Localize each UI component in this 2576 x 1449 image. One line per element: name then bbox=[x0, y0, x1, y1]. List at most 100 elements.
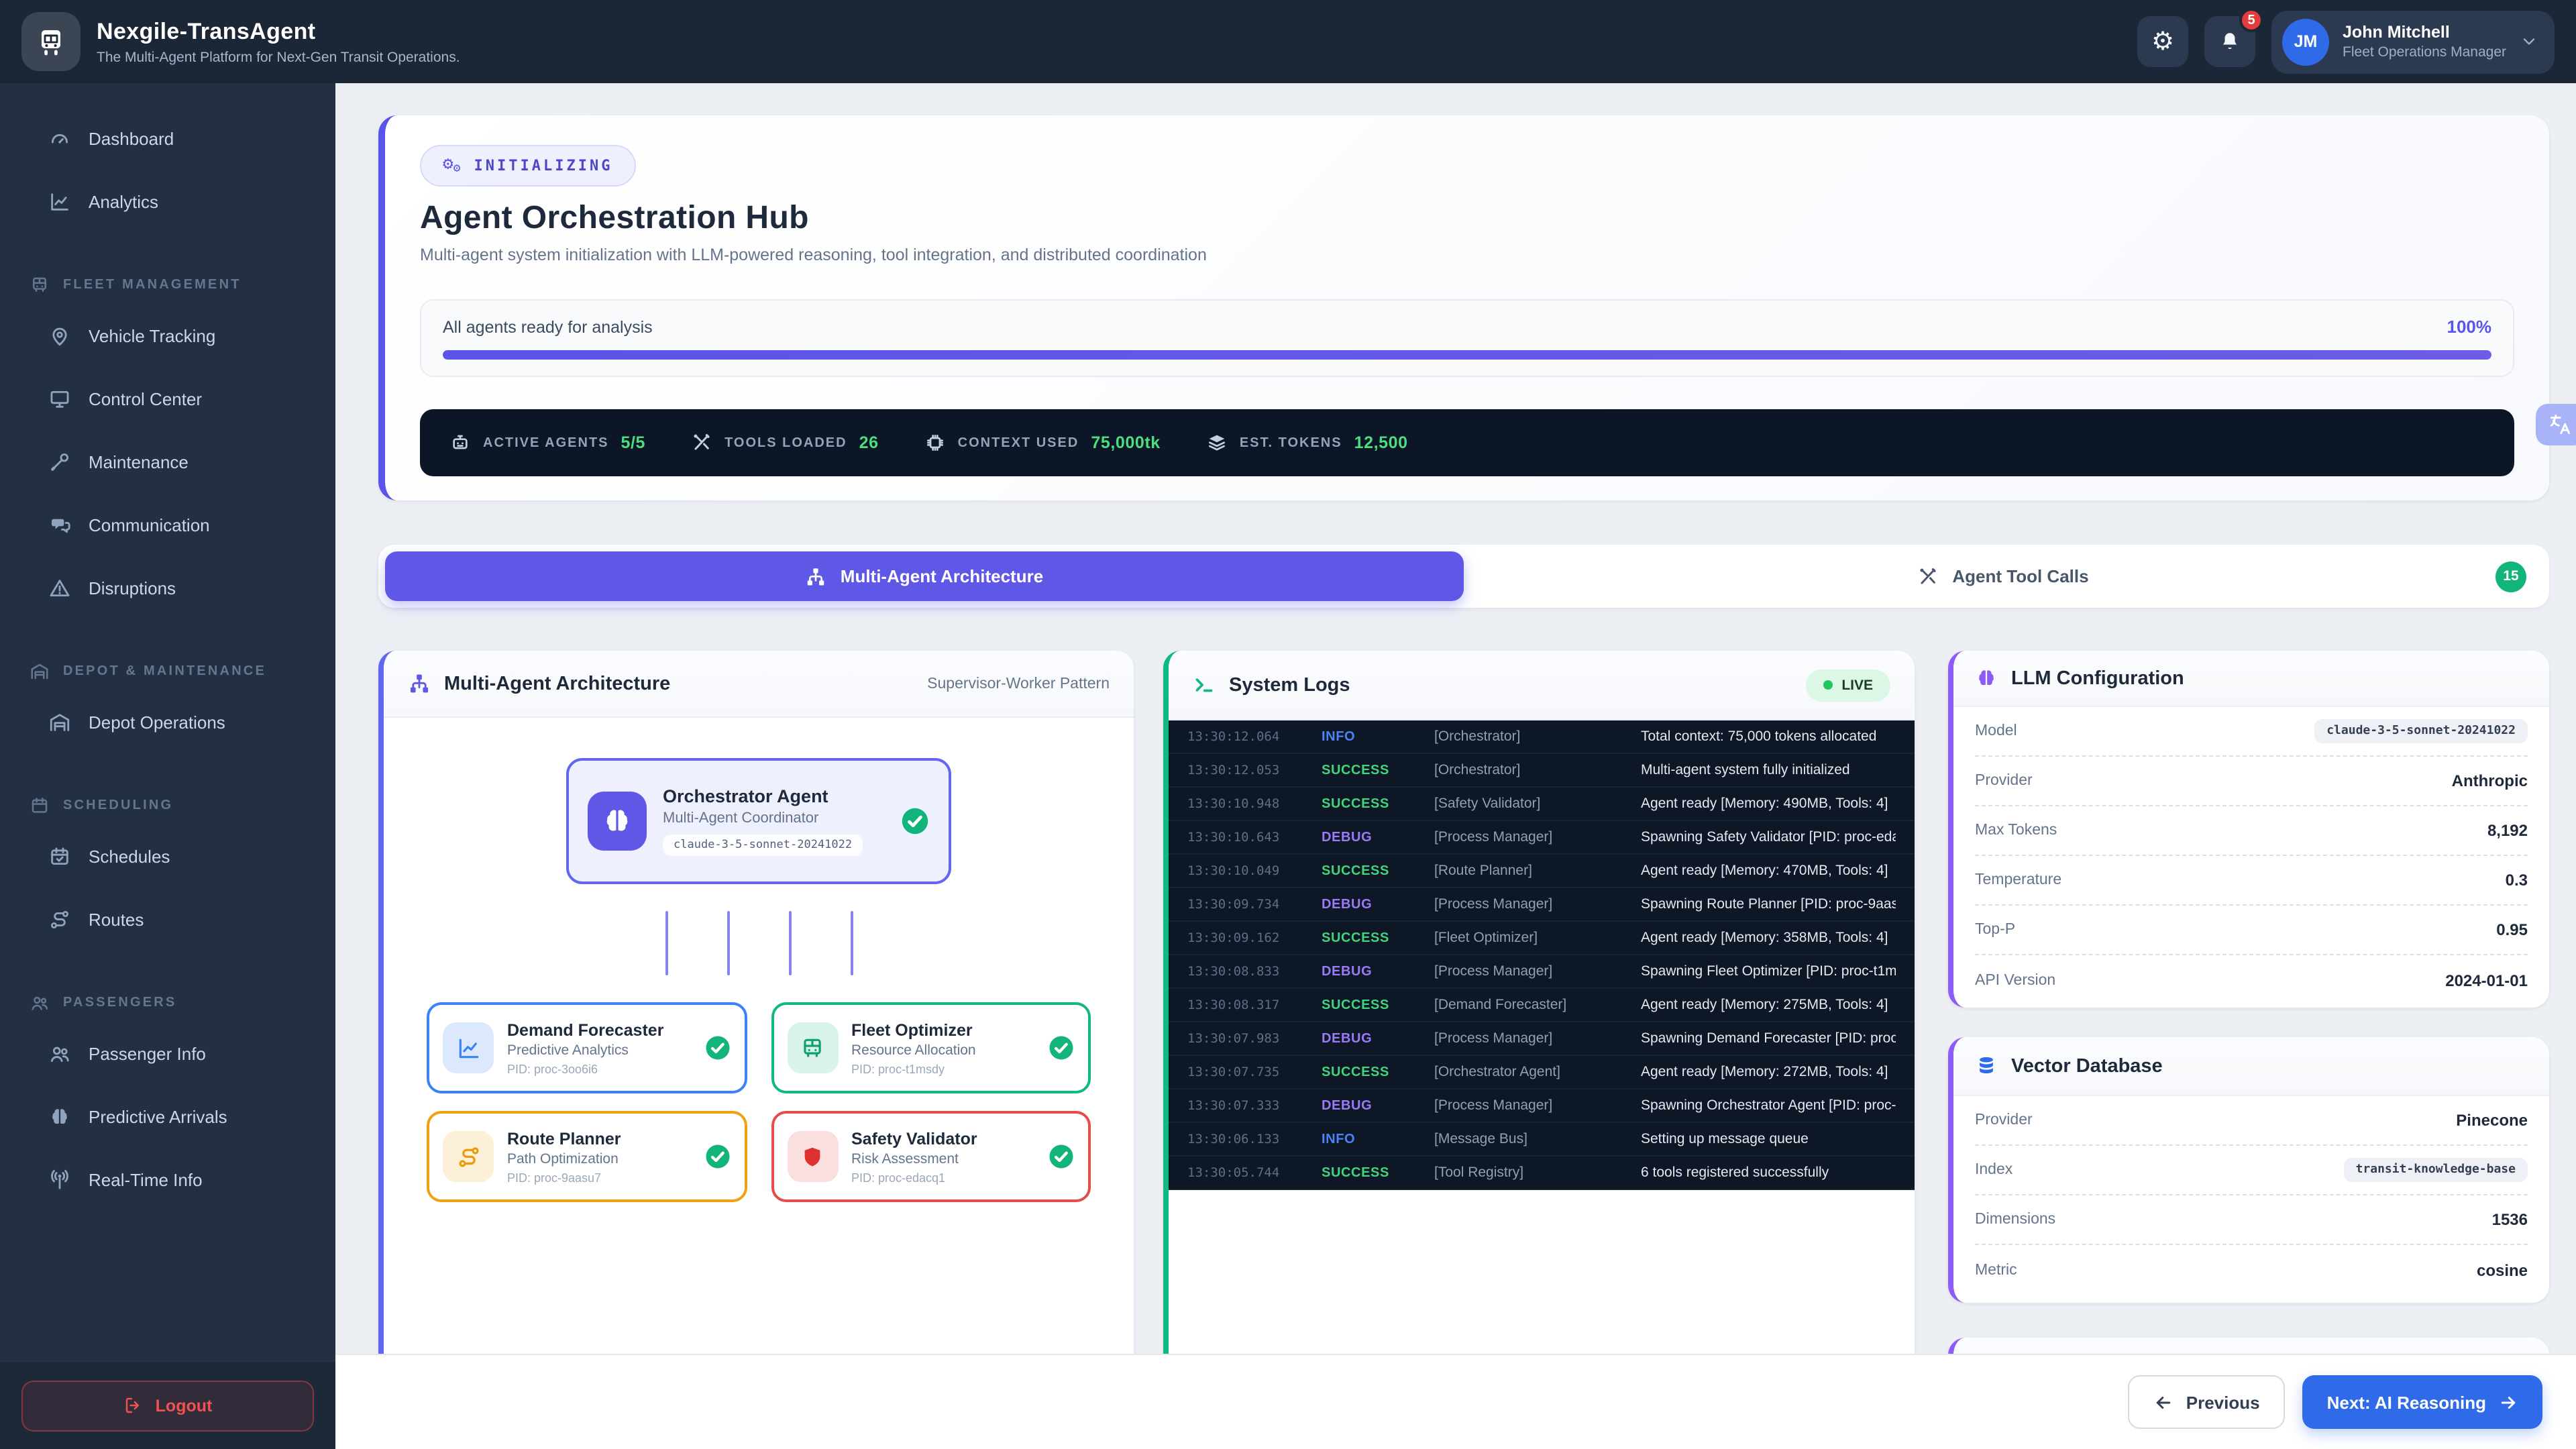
sidebar-item-icon bbox=[30, 795, 50, 815]
sidebar-item[interactable]: Disruptions bbox=[0, 557, 335, 620]
worker-icon bbox=[455, 1035, 481, 1061]
notifications-button[interactable]: 5 bbox=[2204, 16, 2255, 67]
worker-agent-card: Demand Forecaster Predictive Analytics P… bbox=[427, 1002, 747, 1093]
sidebar-nav: Dashboard Analytics FLEET MANAGEMENT Veh… bbox=[0, 83, 335, 1360]
sidebar-item-icon bbox=[30, 274, 50, 294]
sidebar-item-label: Depot Operations bbox=[89, 712, 225, 733]
log-message: 6 tools registered successfully bbox=[1641, 1165, 1896, 1181]
log-list[interactable]: 13:30:12.064 INFO [Orchestrator] Total c… bbox=[1169, 720, 1915, 1190]
sidebar-item[interactable]: Schedules bbox=[0, 825, 335, 888]
config-label: Model bbox=[1975, 723, 2017, 739]
sidebar-item-icon bbox=[48, 388, 71, 411]
config-value: 0.3 bbox=[2506, 871, 2528, 890]
logout-section: Logout bbox=[0, 1360, 335, 1449]
log-message: Agent ready [Memory: 275MB, Tools: 4] bbox=[1641, 997, 1896, 1013]
log-row: 13:30:07.735 SUCCESS [Orchestrator Agent… bbox=[1169, 1056, 1915, 1089]
bus-logo-icon bbox=[35, 25, 67, 58]
worker-icon bbox=[800, 1144, 825, 1169]
log-message: Spawning Orchestrator Agent [PID: proc-w… bbox=[1641, 1097, 1896, 1114]
sidebar-item-label: Control Center bbox=[89, 389, 202, 409]
stat-icon bbox=[924, 432, 946, 453]
user-menu[interactable]: JM John Mitchell Fleet Operations Manage… bbox=[2271, 10, 2555, 73]
sidebar-item[interactable]: FLEET MANAGEMENT bbox=[0, 264, 335, 305]
sidebar-item[interactable]: Maintenance bbox=[0, 431, 335, 494]
system-logs-panel: System Logs LIVE 13:30:12.064 INFO [Orch… bbox=[1163, 651, 1915, 1402]
chevron-down-icon bbox=[2520, 32, 2538, 51]
arrow-right-icon bbox=[2498, 1392, 2518, 1412]
config-value: Pinecone bbox=[2456, 1111, 2528, 1130]
log-row: 13:30:08.833 DEBUG [Process Manager] Spa… bbox=[1169, 955, 1915, 989]
sidebar-item[interactable]: Routes bbox=[0, 888, 335, 951]
sidebar-item-icon bbox=[48, 1042, 71, 1065]
sidebar-item-label: Real-Time Info bbox=[89, 1170, 203, 1190]
brain-icon bbox=[1975, 667, 1998, 690]
config-value-chip: transit-knowledge-base bbox=[2344, 1158, 2528, 1182]
translate-widget-button[interactable] bbox=[2536, 404, 2576, 445]
sidebar-item[interactable]: Dashboard bbox=[0, 107, 335, 170]
config-row: Index transit-knowledge-base bbox=[1975, 1146, 2528, 1195]
sidebar-item[interactable]: SCHEDULING bbox=[0, 785, 335, 825]
connector-lines bbox=[384, 884, 1134, 1002]
worker-agent-card: Route Planner Path Optimization PID: pro… bbox=[427, 1111, 747, 1202]
sidebar-item-label: Vehicle Tracking bbox=[89, 326, 215, 346]
sidebar-item[interactable]: PASSENGERS bbox=[0, 982, 335, 1022]
progress-bar bbox=[443, 350, 2491, 360]
worker-agent-card: Fleet Optimizer Resource Allocation PID:… bbox=[771, 1002, 1091, 1093]
progress-label: All agents ready for analysis bbox=[443, 317, 653, 336]
config-row: Metric cosine bbox=[1975, 1245, 2528, 1295]
check-circle-icon bbox=[1048, 1034, 1075, 1061]
config-value: cosine bbox=[2477, 1260, 2528, 1279]
log-level: SUCCESS bbox=[1322, 930, 1424, 945]
sidebar-item[interactable]: Control Center bbox=[0, 368, 335, 431]
log-timestamp: 13:30:07.735 bbox=[1187, 1065, 1311, 1079]
sidebar-item-label: SCHEDULING bbox=[63, 798, 173, 812]
sidebar-item-icon bbox=[48, 577, 71, 600]
logout-label: Logout bbox=[156, 1396, 213, 1415]
previous-button[interactable]: Previous bbox=[2129, 1375, 2286, 1429]
log-row: 13:30:10.049 SUCCESS [Route Planner] Age… bbox=[1169, 855, 1915, 888]
sidebar-item-icon bbox=[30, 992, 50, 1012]
settings-button[interactable]: ⚙ bbox=[2137, 16, 2188, 67]
log-message: Agent ready [Memory: 470MB, Tools: 4] bbox=[1641, 863, 1896, 879]
sidebar-item[interactable]: Analytics bbox=[0, 170, 335, 233]
app-logo bbox=[21, 12, 80, 71]
stat-label: ACTIVE AGENTS bbox=[483, 435, 609, 450]
log-message: Multi-agent system fully initialized bbox=[1641, 762, 1896, 778]
orchestrator-agent-card: Orchestrator Agent Multi-Agent Coordinat… bbox=[566, 758, 951, 884]
sidebar-item[interactable]: DEPOT & MAINTENANCE bbox=[0, 651, 335, 691]
brand: Nexgile-TransAgent The Multi-Agent Platf… bbox=[21, 12, 460, 71]
stats-bar: ACTIVE AGENTS 5/5 TOOLS LOADED 26 CONTEX… bbox=[420, 409, 2514, 476]
sidebar-item[interactable]: Depot Operations bbox=[0, 691, 335, 754]
progress-bar-fill bbox=[443, 350, 2491, 360]
log-row: 13:30:12.064 INFO [Orchestrator] Total c… bbox=[1169, 720, 1915, 754]
log-level: SUCCESS bbox=[1322, 998, 1424, 1012]
tab-multi-agent-architecture[interactable]: Multi-Agent Architecture bbox=[385, 551, 1464, 601]
sidebar-item[interactable]: Predictive Arrivals bbox=[0, 1085, 335, 1148]
log-source: [Fleet Optimizer] bbox=[1434, 930, 1630, 946]
log-level: DEBUG bbox=[1322, 1098, 1424, 1113]
sidebar-item-icon bbox=[48, 711, 71, 734]
config-label: API Version bbox=[1975, 972, 2055, 988]
log-level: DEBUG bbox=[1322, 1031, 1424, 1046]
sidebar-item[interactable]: Communication bbox=[0, 494, 335, 557]
log-timestamp: 13:30:10.049 bbox=[1187, 863, 1311, 878]
worker-name: Route Planner bbox=[507, 1129, 690, 1148]
log-source: [Route Planner] bbox=[1434, 863, 1630, 879]
next-ai-reasoning-button[interactable]: Next: AI Reasoning bbox=[2303, 1375, 2542, 1429]
log-row: 13:30:09.162 SUCCESS [Fleet Optimizer] A… bbox=[1169, 922, 1915, 955]
worker-role: Resource Allocation bbox=[851, 1042, 1034, 1058]
log-source: [Tool Registry] bbox=[1434, 1165, 1630, 1181]
tab-agent-tool-calls[interactable]: Agent Tool Calls 15 bbox=[1464, 551, 2542, 601]
sidebar-item[interactable]: Passenger Info bbox=[0, 1022, 335, 1085]
gear-icon: ⚙ bbox=[2151, 29, 2174, 54]
notifications-count-badge: 5 bbox=[2239, 8, 2263, 32]
architecture-panel: Multi-Agent Architecture Supervisor-Work… bbox=[378, 651, 1134, 1402]
sidebar-item[interactable]: Real-Time Info bbox=[0, 1148, 335, 1212]
sidebar-item[interactable]: Vehicle Tracking bbox=[0, 305, 335, 368]
terminal-icon bbox=[1193, 674, 1216, 696]
logout-button[interactable]: Logout bbox=[21, 1380, 314, 1431]
arrow-left-icon bbox=[2154, 1392, 2174, 1412]
config-row: API Version 2024-01-01 bbox=[1975, 955, 2528, 1005]
log-source: [Safety Validator] bbox=[1434, 796, 1630, 812]
stat-icon bbox=[691, 432, 712, 453]
